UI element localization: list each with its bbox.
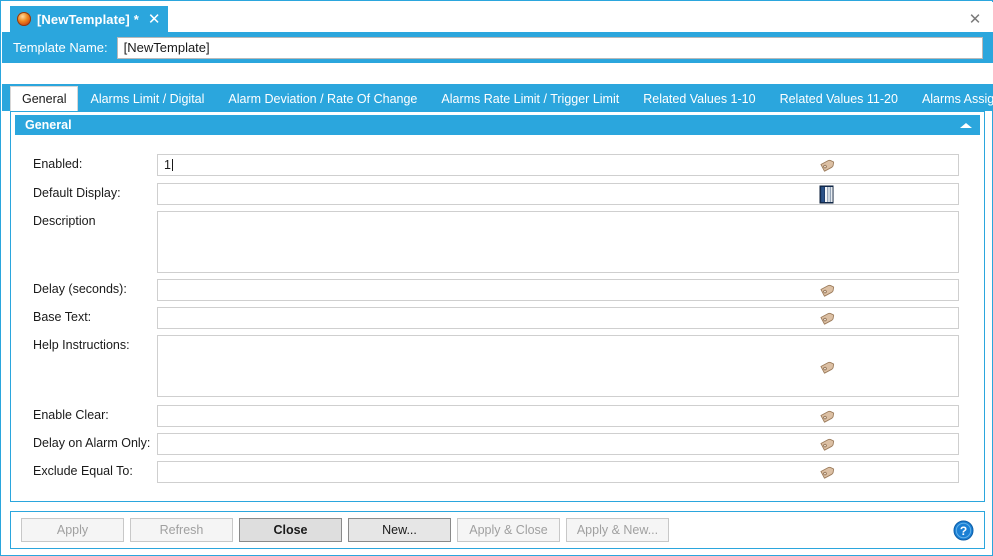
help-question-icon[interactable]: ?	[953, 520, 974, 541]
tag-icon[interactable]	[819, 463, 837, 481]
form-row: Enable Clear:	[11, 405, 984, 427]
tag-icon[interactable]	[819, 407, 837, 425]
exclude-equal-to-input[interactable]	[157, 461, 959, 483]
page-tab-bar: General Alarms Limit / Digital Alarm Devia…	[2, 63, 993, 111]
dialog-button-bar: Apply Refresh Close New... Apply & Close Appl…	[10, 511, 985, 549]
button-label: New...	[382, 523, 417, 537]
book-icon[interactable]	[819, 185, 839, 205]
tab-label: Alarms Rate Limit / Trigger Limit	[441, 92, 619, 106]
close-button[interactable]: Close	[239, 518, 342, 542]
alarm-template-editor-window: [NewTemplate] * ✕ ✕ Template Name: [NewT…	[0, 0, 993, 556]
delay-on-alarm-only-input[interactable]	[157, 433, 959, 455]
tab-alarms-assigned[interactable]: Alarms Assigned	[910, 87, 993, 111]
field-label: Base Text:	[11, 307, 147, 324]
field-label: Exclude Equal To:	[11, 461, 147, 478]
chevron-up-icon[interactable]	[960, 123, 972, 128]
form-row: Base Text:	[11, 307, 984, 329]
field-label: Delay on Alarm Only:	[11, 433, 147, 450]
form-row: Enabled: 1	[11, 154, 984, 176]
tab-general[interactable]: General	[10, 86, 78, 111]
dialog-button-list: Apply Refresh Close New... Apply & Close Appl…	[21, 518, 675, 542]
tag-icon[interactable]	[819, 358, 837, 376]
button-label: Apply & New...	[577, 523, 658, 537]
refresh-button: Refresh	[130, 518, 233, 542]
enable-clear-input[interactable]	[157, 405, 959, 427]
form-row: Delay on Alarm Only:	[11, 433, 984, 455]
section-header-general[interactable]: General	[15, 115, 980, 135]
tab-alarms-rate-limit-trigger-limit[interactable]: Alarms Rate Limit / Trigger Limit	[429, 87, 631, 111]
new-button[interactable]: New...	[348, 518, 451, 542]
tab-label: Related Values 1-10	[643, 92, 755, 106]
unsaved-changes-marker: *	[134, 12, 139, 27]
tab-label: General	[22, 92, 66, 106]
document-tab-newtemplate[interactable]: [NewTemplate] * ✕	[10, 6, 168, 32]
template-name-bar: Template Name: [NewTemplate]	[2, 32, 993, 63]
section-title: General	[25, 118, 72, 132]
form-row: Description	[11, 211, 984, 273]
tag-icon[interactable]	[819, 281, 837, 299]
tab-label: Related Values 11-20	[780, 92, 898, 106]
description-input[interactable]	[157, 211, 959, 273]
window-close-icon[interactable]: ✕	[965, 10, 985, 28]
form-row: Delay (seconds):	[11, 279, 984, 301]
general-form-area: Enabled: 1 Default Display: Description Dela…	[11, 136, 984, 501]
tag-icon[interactable]	[819, 435, 837, 453]
base-text-input[interactable]	[157, 307, 959, 329]
template-name-input[interactable]: [NewTemplate]	[117, 37, 983, 59]
help-instructions-input[interactable]	[157, 335, 959, 397]
document-tab-label: [NewTemplate]	[37, 12, 130, 27]
tag-icon[interactable]	[819, 309, 837, 327]
window-frame: [NewTemplate] * ✕ ✕ Template Name: [NewT…	[0, 0, 993, 556]
document-tabstrip: [NewTemplate] * ✕ ✕	[2, 2, 993, 32]
enabled-input[interactable]: 1	[157, 154, 959, 176]
document-tab-close-icon[interactable]: ✕	[148, 12, 161, 27]
tab-label: Alarms Assigned	[922, 92, 993, 106]
page-tab-list: General Alarms Limit / Digital Alarm Devia…	[2, 84, 993, 111]
tab-related-values-11-20[interactable]: Related Values 11-20	[768, 87, 910, 111]
delay-seconds-input[interactable]	[157, 279, 959, 301]
field-label: Default Display:	[11, 183, 147, 200]
tab-alarm-deviation-rate-of-change[interactable]: Alarm Deviation / Rate Of Change	[216, 87, 429, 111]
form-row: Default Display:	[11, 183, 984, 205]
apply-close-button: Apply & Close	[457, 518, 560, 542]
template-name-label: Template Name:	[13, 40, 108, 55]
field-label: Help Instructions:	[11, 335, 147, 352]
tab-related-values-1-10[interactable]: Related Values 1-10	[631, 87, 767, 111]
button-label: Apply	[57, 523, 88, 537]
field-value: 1	[164, 158, 171, 172]
tab-label: Alarms Limit / Digital	[90, 92, 204, 106]
general-content-panel: General Enabled: 1 Default Display: Descrip…	[10, 111, 985, 502]
tab-alarms-limit-digital[interactable]: Alarms Limit / Digital	[78, 87, 216, 111]
alarm-template-icon	[17, 12, 31, 26]
apply-button: Apply	[21, 518, 124, 542]
apply-new-button: Apply & New...	[566, 518, 669, 542]
button-label: Apply & Close	[469, 523, 548, 537]
tab-label: Alarm Deviation / Rate Of Change	[228, 92, 417, 106]
button-label: Refresh	[160, 523, 204, 537]
field-label: Delay (seconds):	[11, 279, 147, 296]
tag-icon[interactable]	[819, 156, 837, 174]
field-label: Enabled:	[11, 154, 147, 171]
field-label: Enable Clear:	[11, 405, 147, 422]
field-label: Description	[11, 211, 147, 228]
form-row: Exclude Equal To:	[11, 461, 984, 483]
text-caret	[172, 159, 173, 171]
svg-text:?: ?	[960, 524, 967, 538]
button-label: Close	[273, 523, 307, 537]
form-row: Help Instructions:	[11, 335, 984, 397]
